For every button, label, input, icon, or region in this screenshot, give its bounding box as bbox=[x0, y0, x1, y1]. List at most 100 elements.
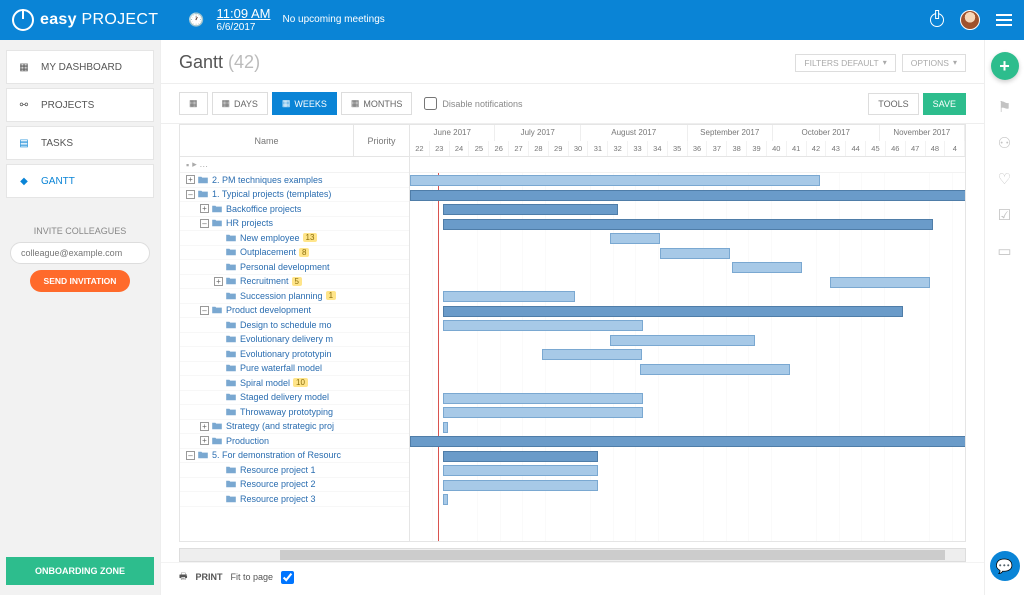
tree-row[interactable]: Staged delivery model bbox=[180, 391, 409, 406]
gantt-bar[interactable] bbox=[443, 306, 903, 317]
flag-icon[interactable]: ⚑ bbox=[998, 98, 1011, 116]
zoom-days-button[interactable]: ▦DAYS bbox=[212, 92, 268, 115]
gantt-bar[interactable] bbox=[443, 480, 598, 491]
toggle-icon[interactable]: + bbox=[200, 436, 209, 445]
gantt-bar[interactable] bbox=[443, 451, 598, 462]
toggle-icon[interactable]: + bbox=[186, 175, 195, 184]
toggle-icon[interactable]: – bbox=[186, 190, 195, 199]
menu-icon[interactable] bbox=[996, 14, 1012, 26]
toggle-icon[interactable]: + bbox=[214, 277, 223, 286]
gantt-bar[interactable] bbox=[410, 190, 966, 201]
tree-row[interactable]: – HR projects bbox=[180, 217, 409, 232]
tree-row[interactable]: +Recruitment5 bbox=[180, 275, 409, 290]
add-fab[interactable]: + bbox=[991, 52, 1019, 80]
chat-fab[interactable]: 💬 bbox=[990, 551, 1020, 581]
gantt-bar[interactable] bbox=[830, 277, 930, 288]
gantt-bar[interactable] bbox=[542, 349, 642, 360]
avatar[interactable] bbox=[960, 10, 980, 30]
onboarding-button[interactable]: ONBOARDING ZONE bbox=[6, 557, 154, 585]
tree-row[interactable]: – Product development bbox=[180, 304, 409, 319]
tree-row[interactable]: Spiral model10 bbox=[180, 376, 409, 391]
print-button[interactable]: PRINT bbox=[196, 572, 223, 582]
row-label[interactable]: Personal development bbox=[240, 262, 330, 272]
print-icon[interactable]: 🖶 bbox=[179, 569, 188, 585]
tree-breadcrumb[interactable]: ▪▸ … bbox=[180, 157, 409, 173]
row-label[interactable]: Design to schedule mo bbox=[240, 320, 332, 330]
row-label[interactable]: 5. For demonstration of Resourc bbox=[212, 450, 341, 460]
user-icon[interactable]: ⚇ bbox=[998, 134, 1011, 152]
row-label[interactable]: Staged delivery model bbox=[240, 392, 329, 402]
tree-row[interactable]: +2. PM techniques examples bbox=[180, 173, 409, 188]
row-label[interactable]: Evolutionary prototypin bbox=[240, 349, 332, 359]
tree-row[interactable]: Personal development bbox=[180, 260, 409, 275]
row-label[interactable]: Pure waterfall model bbox=[240, 363, 322, 373]
invite-email-input[interactable] bbox=[10, 242, 150, 264]
gantt-bar[interactable] bbox=[732, 262, 802, 273]
tree-row[interactable]: + Strategy (and strategic proj bbox=[180, 420, 409, 435]
gantt-bar[interactable] bbox=[443, 465, 598, 476]
tree-row[interactable]: +Backoffice projects bbox=[180, 202, 409, 217]
tree-row[interactable]: Evolutionary prototypin bbox=[180, 347, 409, 362]
fit-to-page-check[interactable] bbox=[281, 571, 294, 584]
send-invitation-button[interactable]: SEND INVITATION bbox=[30, 270, 131, 292]
gantt-bar[interactable] bbox=[410, 175, 820, 186]
toggle-icon[interactable]: + bbox=[200, 204, 209, 213]
tree-row[interactable]: Evolutionary delivery m bbox=[180, 333, 409, 348]
horizontal-scrollbar[interactable] bbox=[179, 548, 966, 562]
row-label[interactable]: Succession planning bbox=[240, 291, 323, 301]
gantt-bar[interactable] bbox=[443, 320, 643, 331]
row-label[interactable]: Strategy (and strategic proj bbox=[226, 421, 334, 431]
power-icon[interactable] bbox=[930, 13, 944, 27]
row-label[interactable]: Evolutionary delivery m bbox=[240, 334, 333, 344]
nav-dashboard[interactable]: ▦MY DASHBOARD bbox=[6, 50, 154, 84]
logo[interactable]: easy PROJECT bbox=[12, 9, 158, 31]
row-label[interactable]: Recruitment bbox=[240, 276, 289, 286]
toggle-icon[interactable]: – bbox=[186, 451, 195, 460]
bulb-icon[interactable]: ♡ bbox=[998, 170, 1011, 188]
row-label[interactable]: 1. Typical projects (templates) bbox=[212, 189, 331, 199]
row-label[interactable]: Production bbox=[226, 436, 269, 446]
gantt-bar[interactable] bbox=[443, 219, 933, 230]
gantt-bar[interactable] bbox=[443, 393, 643, 404]
row-label[interactable]: Spiral model bbox=[240, 378, 290, 388]
options-dropdown[interactable]: OPTIONS bbox=[902, 54, 966, 72]
zoom-weeks-button[interactable]: ▦WEEKS bbox=[272, 92, 337, 115]
row-label[interactable]: Product development bbox=[226, 305, 311, 315]
calendar-button[interactable]: ▦ bbox=[179, 92, 208, 115]
comment-icon[interactable]: ▭ bbox=[997, 242, 1011, 260]
row-label[interactable]: Resource project 3 bbox=[240, 494, 316, 504]
filters-dropdown[interactable]: FILTERS DEFAULT bbox=[795, 54, 895, 72]
gantt-bar[interactable] bbox=[443, 407, 643, 418]
tree-row[interactable]: Resource project 1 bbox=[180, 463, 409, 478]
gantt-bar[interactable] bbox=[410, 436, 966, 447]
gantt-bar[interactable] bbox=[640, 364, 790, 375]
tree-row[interactable]: – 5. For demonstration of Resourc bbox=[180, 449, 409, 464]
row-label[interactable]: Resource project 2 bbox=[240, 479, 316, 489]
tools-button[interactable]: TOOLS bbox=[868, 93, 918, 115]
toggle-icon[interactable]: + bbox=[200, 422, 209, 431]
tree-row[interactable]: Throwaway prototyping bbox=[180, 405, 409, 420]
gantt-bar[interactable] bbox=[443, 494, 448, 505]
col-priority[interactable]: Priority bbox=[354, 125, 409, 156]
row-label[interactable]: Resource project 1 bbox=[240, 465, 316, 475]
gantt-bar[interactable] bbox=[610, 233, 660, 244]
disable-notifications-check[interactable]: Disable notifications bbox=[424, 97, 522, 110]
save-button[interactable]: SAVE bbox=[923, 93, 966, 115]
tree-row[interactable]: Resource project 2 bbox=[180, 478, 409, 493]
gantt-bar[interactable] bbox=[443, 291, 575, 302]
nav-tasks[interactable]: ▤TASKS bbox=[6, 126, 154, 160]
gantt-bar[interactable] bbox=[443, 204, 618, 215]
tree-row[interactable]: New employee13 bbox=[180, 231, 409, 246]
nav-projects[interactable]: ⚯PROJECTS bbox=[6, 88, 154, 122]
row-label[interactable]: 2. PM techniques examples bbox=[212, 175, 323, 185]
gantt-bar[interactable] bbox=[660, 248, 730, 259]
tree-row[interactable]: Succession planning1 bbox=[180, 289, 409, 304]
nav-gantt[interactable]: ◆GANTT bbox=[6, 164, 154, 198]
row-label[interactable]: HR projects bbox=[226, 218, 273, 228]
toggle-icon[interactable]: – bbox=[200, 306, 209, 315]
toggle-icon[interactable]: – bbox=[200, 219, 209, 228]
clipboard-icon[interactable]: ☑ bbox=[998, 206, 1011, 224]
zoom-months-button[interactable]: ▦MONTHS bbox=[341, 92, 413, 115]
gantt-bar[interactable] bbox=[443, 422, 448, 433]
gantt-bar[interactable] bbox=[610, 335, 755, 346]
